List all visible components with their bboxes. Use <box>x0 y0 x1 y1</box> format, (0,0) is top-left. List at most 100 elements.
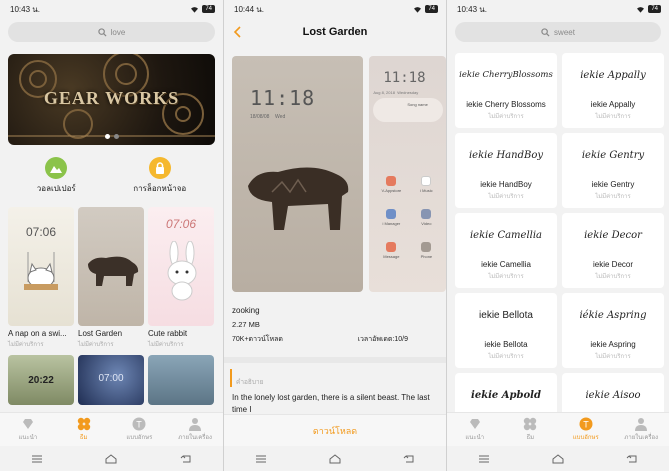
home-icon[interactable] <box>552 453 564 464</box>
search-placeholder: sweet <box>554 27 575 37</box>
back-arrow-icon[interactable] <box>232 25 244 39</box>
back-nav-icon[interactable] <box>180 454 192 464</box>
preview2-clock: 11:18 <box>383 70 426 86</box>
home-icon[interactable] <box>329 453 341 464</box>
theme-title: Lost Garden <box>78 329 123 338</box>
menu-icon[interactable] <box>478 454 490 464</box>
nav-label: แนะนำ <box>465 435 485 441</box>
nav-local[interactable]: ภายในเครื่อง <box>170 417 220 442</box>
description-label: คำอธิบาย <box>230 369 446 387</box>
wallpaper-category[interactable]: วอลเปเปอร์ <box>37 157 76 195</box>
quick-categories: วอลเปเปอร์ การล็อกหน้าจอ <box>0 157 223 195</box>
description-text: In the lonely lost garden, there is a si… <box>232 393 430 414</box>
wifi-icon <box>414 6 422 13</box>
theme-title: A nap on a swi... <box>8 329 67 338</box>
person-icon <box>189 418 202 431</box>
carousel-dot <box>104 134 110 139</box>
app-icon[interactable]: i Music <box>409 176 443 193</box>
theme-thumbnail: 07:06 <box>148 207 214 326</box>
preview-gallery[interactable]: 11:18 18/08/08 Wed 11:18 Aug 8, 2018 Wed… <box>224 56 446 292</box>
font-name: iekie Decor <box>592 260 633 269</box>
menu-icon[interactable] <box>255 454 267 464</box>
nav-fonts[interactable]: T แบบอักษร <box>561 417 611 442</box>
app-icon[interactable]: Phone <box>409 242 443 259</box>
svg-text:T: T <box>583 420 589 430</box>
font-card[interactable]: iekie Bellota iekie Bellota ไม่มีค่าบริการ <box>455 293 557 368</box>
banner-title: GEAR WORKS <box>43 88 180 108</box>
font-card[interactable]: iekie Decor iekie Decor ไม่มีค่าบริการ <box>562 213 664 288</box>
font-price: ไม่มีค่าบริการ <box>488 114 524 120</box>
theme-card[interactable]: Lost Garden ไม่มีค่าบริการ <box>78 207 144 349</box>
theme-card[interactable]: 07:00 <box>78 355 144 405</box>
font-card[interactable]: iekie Appally iekie Appally ไม่มีค่าบริการ <box>562 53 664 128</box>
font-sample: iekie Camellia <box>469 230 543 241</box>
thumbnail-clock: 20:22 <box>28 375 54 386</box>
nav-recommended[interactable]: แนะนำ <box>3 417 53 442</box>
preview-date-line: 18/08/08 Wed <box>250 114 286 120</box>
system-nav <box>447 446 669 471</box>
theme-card[interactable]: 07:06 Cute rabbit ไม่มีค่าบริการ <box>148 207 214 349</box>
theme-list-more: 20:22 07:00 <box>0 355 223 405</box>
search-input[interactable]: love <box>8 22 215 42</box>
status-time: 10:43 น. <box>457 4 487 14</box>
app-icon[interactable]: i Manager <box>373 209 409 226</box>
thumbnail-clock: 07:00 <box>98 373 124 384</box>
font-sample: iekie CherryBlossoms <box>459 70 553 80</box>
nav-recommended[interactable]: แนะนำ <box>450 417 500 442</box>
search-icon <box>97 27 107 37</box>
music-widget[interactable]: Song name <box>373 98 444 122</box>
font-card[interactable]: iekie HandBoy iekie HandBoy ไม่มีค่าบริการ <box>455 133 557 208</box>
nav-label: ภายในเครื่อง <box>624 435 659 441</box>
status-bar: 10:44 น. 74 <box>224 0 446 18</box>
svg-text:T: T <box>137 420 143 430</box>
author-name[interactable]: zooking <box>232 306 438 315</box>
theme-card[interactable]: 20:22 <box>8 355 74 405</box>
font-price: ไม่มีค่าบริการ <box>595 274 631 280</box>
lockscreen-preview[interactable]: 11:18 18/08/08 Wed <box>232 56 364 292</box>
back-nav-icon[interactable] <box>403 454 415 464</box>
homescreen-preview[interactable]: 11:18 Aug 8, 2018 Wednesday Song name V-… <box>369 56 446 292</box>
search-placeholder: love <box>110 27 126 37</box>
font-price: ไม่มีค่าบริการ <box>595 114 631 120</box>
font-sample: iekie Aisoo <box>585 390 641 401</box>
detail-header: Lost Garden <box>224 18 446 46</box>
nav-label: ธีม <box>526 435 535 441</box>
font-card[interactable]: iékie Aspring iekie Aspring ไม่มีค่าบริการ <box>562 293 664 368</box>
download-count: 70K+ดาวน์โหลด <box>232 336 283 343</box>
nav-themes[interactable]: ธีม <box>505 417 555 442</box>
theme-card[interactable] <box>148 355 214 405</box>
page-title: Lost Garden <box>302 26 368 38</box>
app-icon[interactable]: V-Appstore <box>373 176 409 193</box>
status-bar: 10:43 น. 74 <box>447 0 669 18</box>
preview-clock: 11:18 <box>250 86 316 110</box>
bottom-nav: แนะนำ ธีม T แบบอักษร ภายในเครื่อง <box>0 412 223 446</box>
section-divider <box>224 357 446 363</box>
nav-local[interactable]: ภายในเครื่อง <box>616 417 666 442</box>
font-card[interactable]: iekie Gentry iekie Gentry ไม่มีค่าบริการ <box>562 133 664 208</box>
font-price: ไม่มีค่าบริการ <box>488 194 524 200</box>
theme-price: ไม่มีค่าบริการ <box>148 342 184 348</box>
diamond-icon <box>469 419 480 429</box>
theme-card[interactable]: 07:06 A nap on a swi... ไม่มีค่าบริการ <box>8 207 74 349</box>
lockscreen-category[interactable]: การล็อกหน้าจอ <box>133 157 186 195</box>
song-name: Song name <box>407 102 428 107</box>
wifi-icon <box>191 6 199 13</box>
theme-detail-screen: 10:44 น. 74 Lost Garden 11:18 18/08/08 W… <box>223 0 446 471</box>
bear-illustration <box>88 256 139 286</box>
search-input[interactable]: sweet <box>455 22 661 42</box>
back-nav-icon[interactable] <box>626 454 638 464</box>
wallpaper-label: วอลเปเปอร์ <box>36 184 76 193</box>
download-button[interactable]: ดาวน์โหลด <box>224 414 446 446</box>
nav-fonts[interactable]: T แบบอักษร <box>114 417 164 442</box>
home-icon[interactable] <box>105 453 117 464</box>
app-icon[interactable]: Message <box>373 242 409 259</box>
diamond-icon <box>22 419 33 429</box>
bottom-nav: แนะนำ ธีม T แบบอักษร ภายในเครื่อง <box>447 412 669 446</box>
font-card[interactable]: iekie CherryBlossoms iekie Cherry Blossom… <box>455 53 557 128</box>
featured-banner[interactable]: GEAR WORKS <box>8 54 215 145</box>
app-icon[interactable]: Video <box>409 209 443 226</box>
font-card[interactable]: iekie Camellia iekie Camellia ไม่มีค่าบริก… <box>455 213 557 288</box>
nav-themes[interactable]: ธีม <box>59 417 109 442</box>
menu-icon[interactable] <box>31 454 43 464</box>
theme-title: Cute rabbit <box>148 329 188 338</box>
